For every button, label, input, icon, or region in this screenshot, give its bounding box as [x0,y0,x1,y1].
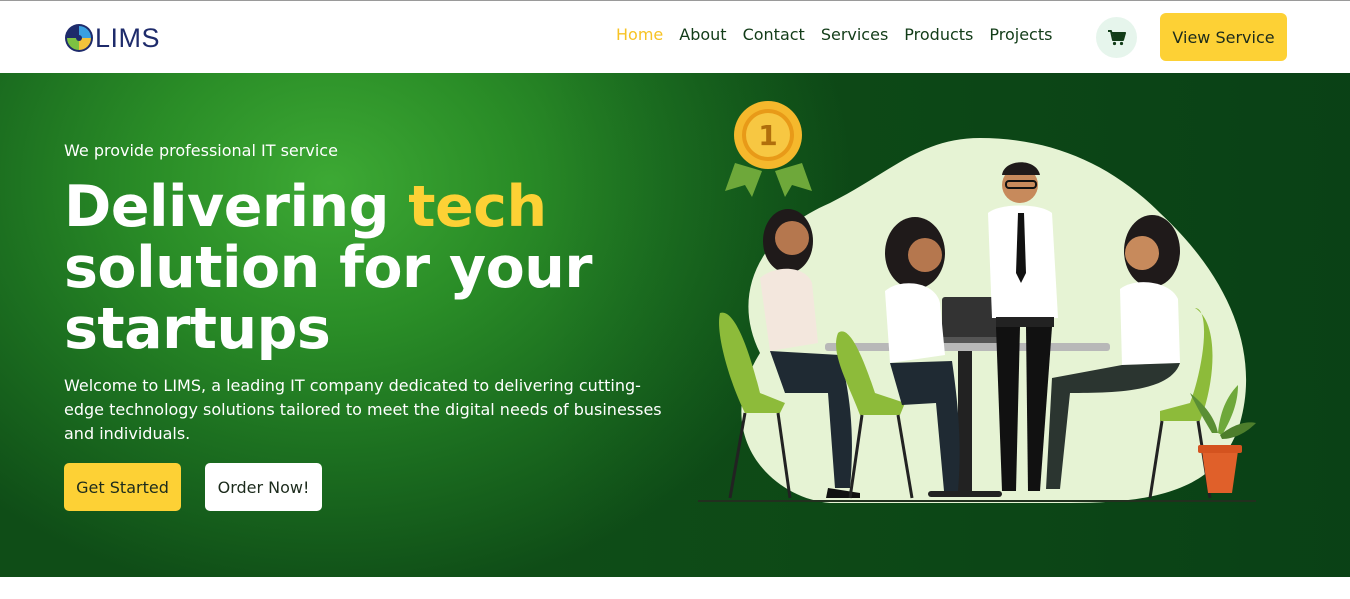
medal-icon: 1 [725,101,812,197]
logo-mark-icon [64,23,94,53]
below-hero-space [0,577,1350,599]
nav-products[interactable]: Products [904,23,973,47]
headline-post: solution for your startups [64,235,593,362]
hero-section: We provide professional IT service Deliv… [0,73,1350,577]
site-header: LIMS Home About Contact Services Product… [0,1,1350,73]
hero-tagline: We provide professional IT service [64,141,338,160]
logo[interactable]: LIMS [64,21,160,55]
team-meeting-illustration: 1 [698,101,1256,503]
view-service-button[interactable]: View Service [1160,13,1287,61]
cart-icon [1107,29,1126,45]
main-nav: Home About Contact Services Products Pro… [616,23,1068,47]
nav-services[interactable]: Services [821,23,888,47]
hero-description: Welcome to LIMS, a leading IT company de… [64,376,662,443]
get-started-button[interactable]: Get Started [64,463,181,511]
headline-highlight: tech [408,174,547,240]
order-now-button[interactable]: Order Now! [205,463,322,511]
nav-projects[interactable]: Projects [989,23,1052,47]
hero-headline: Delivering tech solution for your startu… [64,177,664,360]
logo-text: LIMS [95,22,161,53]
medal-number: 1 [758,119,777,152]
nav-home[interactable]: Home [616,23,663,47]
nav-about[interactable]: About [679,23,726,47]
cart-button[interactable] [1096,17,1137,58]
headline-pre: Delivering [64,174,409,240]
nav-contact[interactable]: Contact [743,23,805,47]
